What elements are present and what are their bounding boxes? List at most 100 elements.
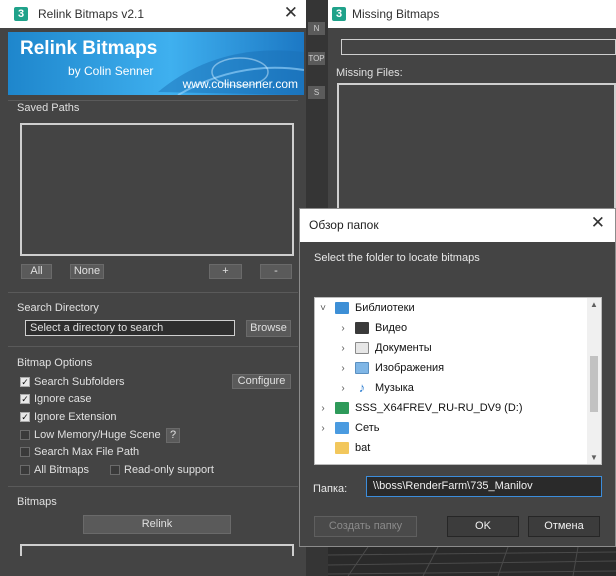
option-ignore-case[interactable]: ✓ Ignore case: [20, 392, 91, 406]
option-search-max-path[interactable]: Search Max File Path: [20, 445, 139, 459]
tree-item-video[interactable]: › Видео: [337, 318, 407, 338]
option-readonly-support[interactable]: Read-only support: [110, 463, 214, 477]
banner-url: www.colinsenner.com: [182, 77, 298, 91]
bitmaps-progress-box: [20, 544, 294, 556]
configure-button[interactable]: Configure: [232, 374, 291, 389]
folder-icon: [335, 442, 349, 454]
option-low-memory[interactable]: Low Memory/Huge Scene: [20, 428, 161, 442]
folder-label: Папка:: [313, 483, 348, 495]
chevron-right-icon[interactable]: ›: [337, 383, 349, 394]
checkbox-checked-icon[interactable]: ✓: [20, 377, 30, 387]
tree-item-label: Изображения: [375, 362, 445, 374]
option-search-subfolders[interactable]: ✓ Search Subfolders: [20, 375, 125, 389]
saved-paths-label: Saved Paths: [17, 102, 80, 114]
missing-files-list[interactable]: [337, 83, 616, 223]
dvd-drive-icon: [335, 402, 349, 414]
strip-tab-top[interactable]: TOP: [308, 52, 325, 65]
tree-item-label: Музыка: [375, 382, 414, 394]
select-none-button[interactable]: None: [70, 264, 104, 279]
checkbox-unchecked-icon[interactable]: [20, 447, 30, 457]
banner-title: Relink Bitmaps: [20, 38, 158, 59]
tree-item-label: SSS_X64FREV_RU-RU_DV9 (D:): [355, 402, 523, 414]
missing-files-label: Missing Files:: [336, 67, 403, 79]
checkbox-unchecked-icon[interactable]: [20, 465, 30, 475]
relink-button[interactable]: Relink: [83, 515, 231, 534]
scroll-down-icon[interactable]: ▼: [587, 453, 601, 462]
checkbox-unchecked-icon[interactable]: [20, 430, 30, 440]
chevron-right-icon[interactable]: ›: [337, 343, 349, 354]
banner-byline: by Colin Senner: [68, 64, 154, 78]
checkbox-checked-icon[interactable]: ✓: [20, 394, 30, 404]
option-label: Search Subfolders: [34, 376, 125, 388]
tree-item-label: Документы: [375, 342, 432, 354]
option-label: Ignore Extension: [34, 411, 117, 423]
tree-item-label: Сеть: [355, 422, 380, 434]
grid-lines-icon: [328, 547, 616, 576]
dialog-close-button[interactable]: ✕: [591, 213, 605, 233]
option-all-bitmaps[interactable]: All Bitmaps: [20, 463, 89, 477]
tree-item-label: Видео: [375, 322, 408, 334]
checkbox-unchecked-icon[interactable]: [110, 465, 120, 475]
option-label: Read-only support: [124, 464, 214, 476]
tree-item-network[interactable]: › Сеть: [317, 418, 379, 438]
3dsmax-app-icon: 3: [14, 7, 28, 21]
remove-path-button[interactable]: -: [260, 264, 292, 279]
scroll-thumb[interactable]: [590, 356, 598, 412]
cancel-button[interactable]: Отмена: [528, 516, 600, 537]
tree-item-bat[interactable]: bat: [317, 438, 370, 458]
tree-item-libraries[interactable]: ˅ Библиотеки: [317, 298, 415, 318]
relink-bitmaps-window: 3 Relink Bitmaps v2.1 ✕ Relink Bitmaps b…: [0, 0, 306, 576]
browse-button[interactable]: Browse: [246, 320, 291, 337]
missing-top-field[interactable]: [341, 39, 616, 55]
help-button[interactable]: ?: [166, 428, 180, 443]
divider: [8, 100, 298, 101]
saved-paths-list[interactable]: [20, 123, 294, 256]
divider: [8, 292, 298, 293]
option-label: Low Memory/Huge Scene: [34, 429, 161, 441]
tree-item-dvd-drive[interactable]: › SSS_X64FREV_RU-RU_DV9 (D:): [317, 398, 523, 418]
tree-scrollbar[interactable]: ▲ ▼: [587, 298, 601, 464]
ok-button[interactable]: OK: [447, 516, 519, 537]
option-ignore-extension[interactable]: ✓ Ignore Extension: [20, 410, 117, 424]
chevron-right-icon[interactable]: ›: [337, 323, 349, 334]
option-label: All Bitmaps: [34, 464, 90, 476]
folder-path-input[interactable]: \\boss\RenderFarm\735_Manilov: [366, 476, 602, 497]
divider: [8, 486, 298, 487]
folder-tree[interactable]: ˅ Библиотеки › Видео › Документы › Изобр…: [314, 297, 602, 465]
relink-titlebar[interactable]: 3 Relink Bitmaps v2.1 ✕: [0, 0, 306, 28]
add-path-button[interactable]: +: [209, 264, 242, 279]
images-folder-icon: [355, 362, 369, 374]
viewport-grid: [328, 547, 616, 576]
strip-tab-s[interactable]: S: [308, 86, 325, 99]
missing-window-title: Missing Bitmaps: [352, 7, 440, 21]
dialog-title: Обзор папок: [309, 218, 379, 232]
missing-titlebar[interactable]: 3 Missing Bitmaps: [328, 0, 616, 28]
music-folder-icon: ♪: [358, 380, 366, 395]
option-label: Ignore case: [34, 393, 92, 405]
dialog-instruction: Select the folder to locate bitmaps: [314, 252, 480, 264]
search-directory-label: Search Directory: [17, 302, 99, 314]
tree-item-music[interactable]: › ♪ Музыка: [337, 378, 414, 398]
checkbox-checked-icon[interactable]: ✓: [20, 412, 30, 422]
library-icon: [335, 302, 349, 314]
tree-item-label: bat: [355, 442, 371, 454]
strip-tab-n[interactable]: N: [308, 22, 325, 35]
bitmap-options-label: Bitmap Options: [17, 357, 93, 369]
relink-banner: Relink Bitmaps by Colin Senner www.colin…: [8, 32, 304, 95]
chevron-right-icon[interactable]: ›: [317, 403, 329, 414]
chevron-right-icon[interactable]: ›: [317, 423, 329, 434]
bitmaps-label: Bitmaps: [17, 496, 57, 508]
3dsmax-app-icon: 3: [332, 7, 346, 21]
relink-close-button[interactable]: ✕: [284, 3, 298, 23]
option-label: Search Max File Path: [34, 446, 140, 458]
new-folder-button[interactable]: Создать папку: [314, 516, 417, 537]
chevron-right-icon[interactable]: ›: [337, 363, 349, 374]
scroll-up-icon[interactable]: ▲: [587, 300, 601, 309]
relink-window-title: Relink Bitmaps v2.1: [38, 7, 145, 21]
tree-item-documents[interactable]: › Документы: [337, 338, 432, 358]
chevron-down-icon[interactable]: ˅: [317, 303, 329, 314]
tree-item-images[interactable]: › Изображения: [337, 358, 444, 378]
select-all-button[interactable]: All: [21, 264, 52, 279]
documents-folder-icon: [355, 342, 369, 354]
search-directory-field[interactable]: Select a directory to search: [25, 320, 235, 336]
